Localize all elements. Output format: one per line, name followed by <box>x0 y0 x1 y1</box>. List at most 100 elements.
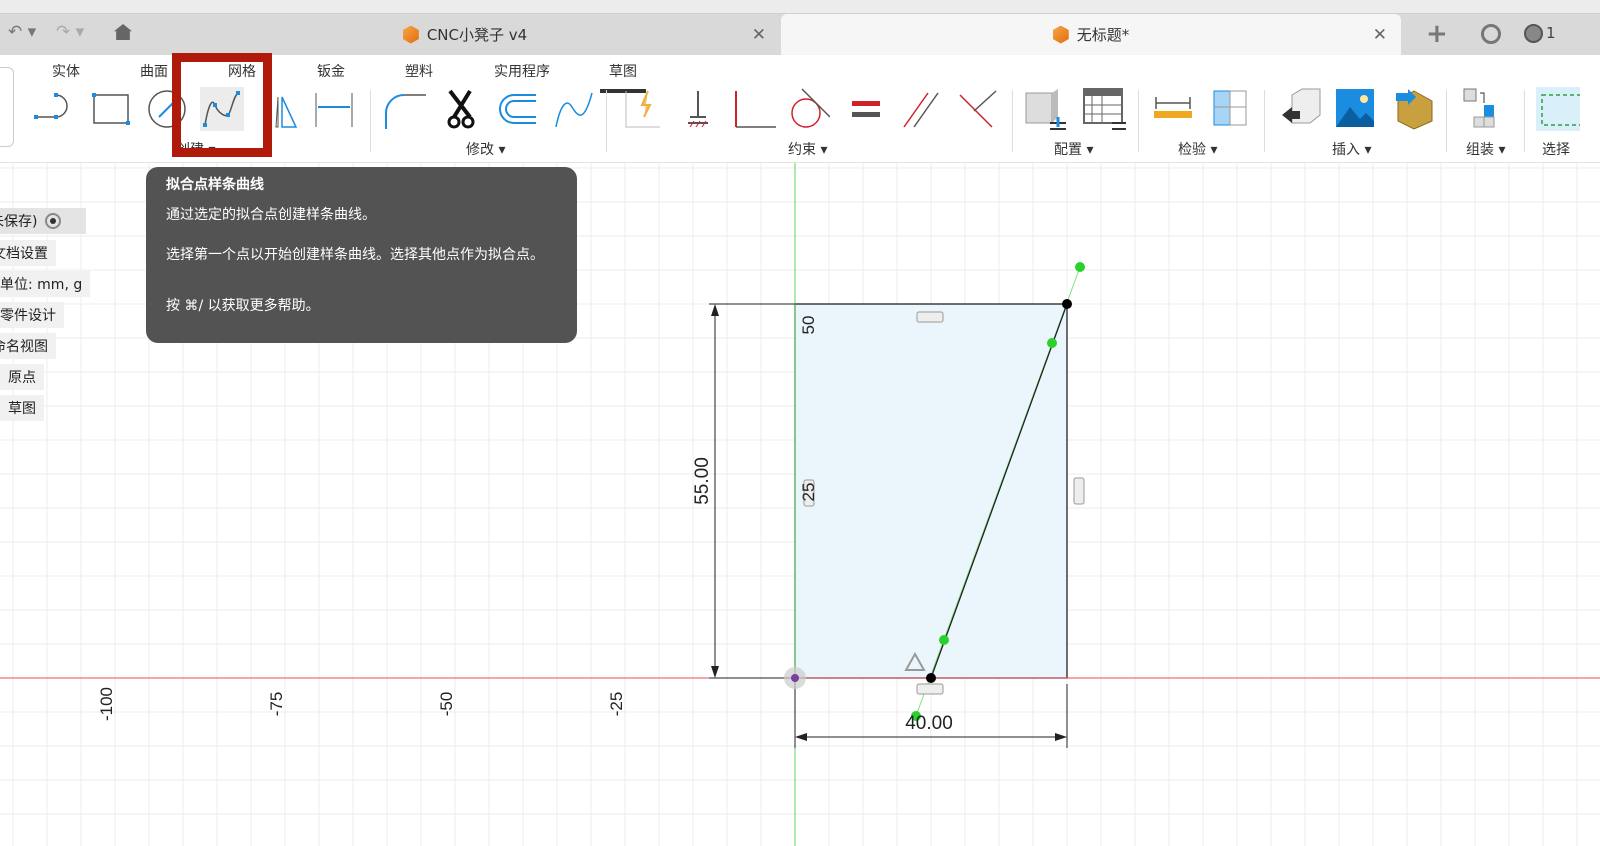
design-cube-icon <box>1052 25 1069 44</box>
tab-plastic[interactable]: 塑料 <box>405 61 433 81</box>
perpendicular-constraint-icon[interactable] <box>732 87 776 131</box>
tab-solid[interactable]: 实体 <box>52 61 80 81</box>
width-dimension-value: 40.00 <box>905 713 953 734</box>
trim-scissors-icon[interactable] <box>440 87 484 131</box>
browser-item-named-views[interactable]: 命名视图 <box>0 333 56 359</box>
tab-sheet-metal[interactable]: 钣金 <box>317 61 345 81</box>
divider <box>1264 90 1265 152</box>
browser-item-origin[interactable]: 原点 <box>0 364 44 390</box>
offset-icon[interactable] <box>496 87 540 131</box>
perpendicular-lines-icon[interactable] <box>956 87 1000 131</box>
select-menu[interactable]: 选择 <box>1542 139 1570 159</box>
data-panel-handle[interactable] <box>0 67 14 147</box>
horizontal-constraint-icon <box>916 683 944 695</box>
tab-utilities[interactable]: 实用程序 <box>494 61 550 81</box>
divider <box>1524 90 1525 152</box>
tab-label: 无标题* <box>1076 26 1130 44</box>
divider <box>1138 90 1139 152</box>
assemble-label: 组装 <box>1466 142 1494 158</box>
browser-item-units[interactable]: 单位: mm, g <box>0 271 91 297</box>
grid-tick-label: 25 <box>799 483 818 502</box>
job-count: 1 <box>1546 24 1556 42</box>
divider <box>1012 90 1013 152</box>
divider <box>1446 90 1447 152</box>
fillet-icon[interactable] <box>382 87 426 131</box>
axis-tick-label: -100 <box>97 687 116 721</box>
equal-constraint-icon[interactable] <box>844 87 888 131</box>
insert-menu[interactable]: 插入 ▾ <box>1332 139 1371 159</box>
divider <box>370 90 371 152</box>
spline-fit-point <box>1062 299 1072 309</box>
measure-icon[interactable] <box>1152 87 1196 131</box>
home-icon[interactable] <box>114 24 132 40</box>
modify-menu[interactable]: 修改 ▾ <box>466 139 505 159</box>
configuration-table-icon[interactable] <box>1082 87 1126 131</box>
horizontal-constraint-icon <box>1073 477 1085 505</box>
item-label: 文档设置 <box>0 246 48 262</box>
document-name: 未保存) <box>0 214 38 230</box>
line-tool-icon[interactable] <box>34 87 78 131</box>
parallel-constraint-icon[interactable] <box>900 87 944 131</box>
tooltip-instructions: 选择第一个点以开始创建样条曲线。选择其他点作为拟合点。 <box>166 247 544 263</box>
close-tab-icon[interactable]: ✕ <box>752 25 766 45</box>
item-label: 原点 <box>8 370 36 386</box>
assemble-menu[interactable]: 组装 ▾ <box>1466 139 1505 159</box>
tangent-constraint-icon[interactable] <box>786 87 830 131</box>
item-label: 命名视图 <box>0 339 48 355</box>
insert-label: 插入 <box>1332 142 1360 158</box>
item-label: 单位: mm, g <box>0 277 83 293</box>
close-tab-icon[interactable]: ✕ <box>1373 25 1387 45</box>
insert-mesh-icon[interactable] <box>1392 87 1436 131</box>
browser-item-document-settings[interactable]: 文档设置 <box>0 240 56 266</box>
divider <box>606 90 607 152</box>
constrain-label: 约束 <box>788 142 816 158</box>
item-label: 草图 <box>8 401 36 417</box>
tooltip-description: 通过选定的拟合点创建样条曲线。 <box>166 207 376 223</box>
fix-constraint-icon[interactable] <box>676 87 720 131</box>
modify-label: 修改 <box>466 142 494 158</box>
inspect-menu[interactable]: 检验 ▾ <box>1178 139 1217 159</box>
tab-cnc-stool[interactable]: CNC小凳子 v4 ✕ <box>150 14 780 55</box>
select-window-icon[interactable] <box>1536 87 1580 131</box>
online-status-icon[interactable] <box>1481 24 1501 44</box>
tooltip-title: 拟合点样条曲线 <box>166 177 264 193</box>
tangent-handle-point <box>1075 262 1085 272</box>
section-analysis-icon[interactable] <box>1208 87 1252 131</box>
configure-menu[interactable]: 配置 ▾ <box>1054 139 1093 159</box>
item-label: 零件设计 <box>0 308 56 324</box>
tab-label: CNC小凳子 v4 <box>426 26 528 44</box>
active-radio-icon[interactable] <box>45 213 62 229</box>
sketch-dimension-icon[interactable] <box>312 87 356 131</box>
browser-root-document[interactable]: 未保存) <box>0 208 86 234</box>
constrain-menu[interactable]: 约束 ▾ <box>788 139 827 159</box>
spline-fit-point <box>926 673 936 683</box>
browser-item-part-design[interactable]: 零件设计 <box>0 302 64 328</box>
job-status-icon[interactable] <box>1524 24 1543 43</box>
auto-constrain-icon[interactable] <box>620 87 664 131</box>
undo-icon[interactable]: ↶ ▾ <box>8 22 36 42</box>
axis-tick-label: -25 <box>607 692 626 717</box>
sketch-rectangle-profile <box>794 303 1068 679</box>
height-dimension-value: 55.00 <box>692 457 713 505</box>
rectangle-tool-icon[interactable] <box>90 87 134 131</box>
grid-tick-label: 50 <box>799 316 818 335</box>
browser-item-sketches[interactable]: 草图 <box>0 395 44 421</box>
new-component-icon[interactable] <box>1462 87 1506 131</box>
inspect-label: 检验 <box>1178 142 1206 158</box>
tangent-handle-point <box>939 635 949 645</box>
horizontal-constraint-icon <box>916 311 944 323</box>
redo-icon[interactable]: ↷ ▾ <box>56 22 84 42</box>
tab-untitled[interactable]: 无标题* ✕ <box>781 14 1401 55</box>
insert-derive-icon[interactable] <box>1280 87 1324 131</box>
insert-canvas-icon[interactable] <box>1334 87 1378 131</box>
new-tab-button[interactable]: + <box>1426 19 1448 49</box>
tab-surface[interactable]: 曲面 <box>140 61 168 81</box>
window-title-bar <box>0 0 1600 14</box>
configure-label: 配置 <box>1054 142 1082 158</box>
design-cube-icon <box>402 25 419 44</box>
spline-modify-icon[interactable] <box>552 87 596 131</box>
tooltip-help-hint: 按 ⌘/ 以获取更多帮助。 <box>166 298 320 314</box>
select-label: 选择 <box>1542 142 1570 158</box>
parameters-icon[interactable] <box>1024 87 1068 131</box>
spline-tooltip: 拟合点样条曲线 通过选定的拟合点创建样条曲线。 选择第一个点以开始创建样条曲线。… <box>146 167 577 343</box>
